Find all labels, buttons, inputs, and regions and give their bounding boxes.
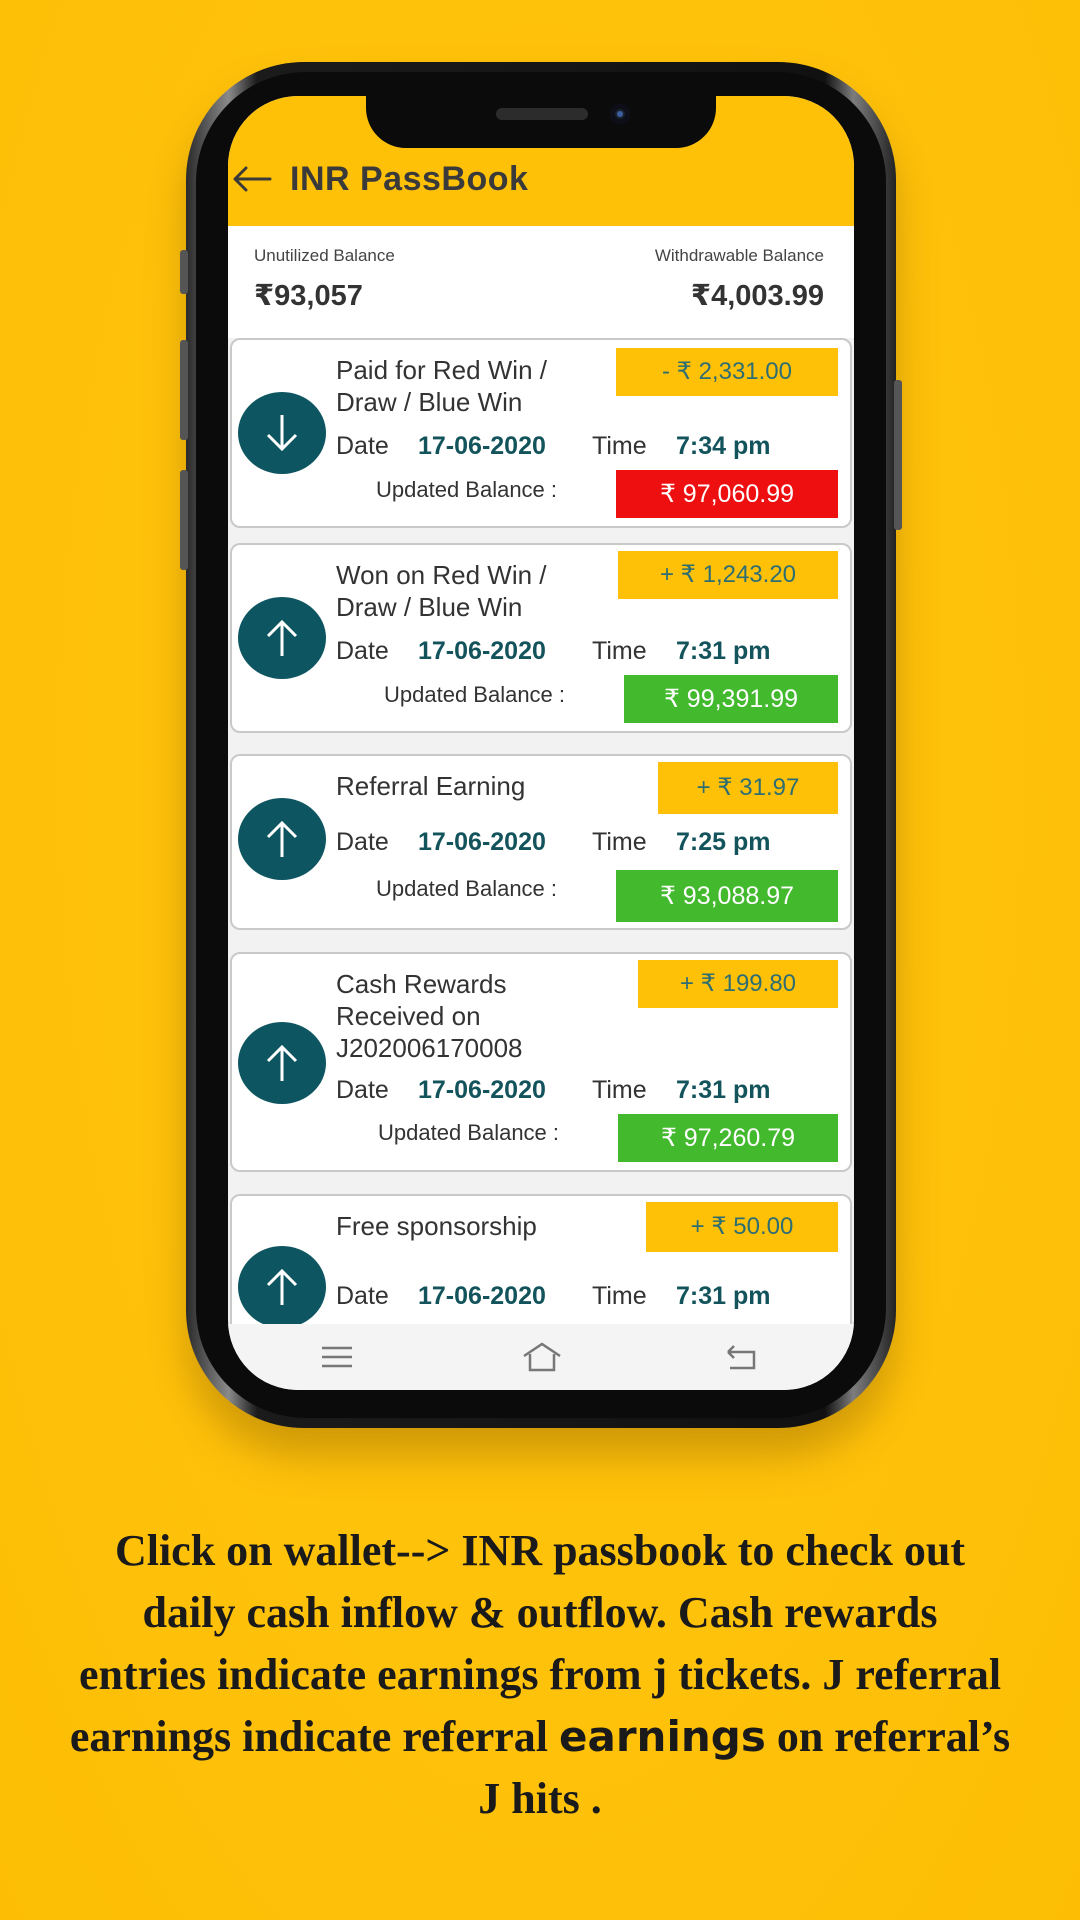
transaction-description: Free sponsorship	[336, 1211, 537, 1241]
transaction-card[interactable]: Paid for Red Win / Draw / Blue Win - ₹ 2…	[230, 338, 852, 528]
transaction-card[interactable]: Won on Red Win / Draw / Blue Win + ₹ 1,2…	[230, 543, 852, 733]
unutilized-balance-label: Unutilized Balance	[254, 246, 395, 265]
transaction-time: 7:31 pm	[676, 1282, 771, 1310]
phone-notch	[366, 92, 716, 148]
time-label: Time	[592, 637, 647, 665]
back-arrow-icon[interactable]	[232, 164, 272, 194]
updated-balance-value: ₹ 99,391.99	[624, 675, 838, 723]
system-nav-bar	[228, 1324, 854, 1390]
transaction-description: Paid for Red Win / Draw / Blue Win	[336, 355, 547, 417]
debit-arrow-icon	[238, 392, 326, 474]
transaction-date: 17-06-2020	[418, 1282, 546, 1310]
updated-balance-value: ₹ 97,260.79	[618, 1114, 838, 1162]
credit-arrow-icon	[238, 1246, 326, 1324]
transaction-time: 7:34 pm	[676, 432, 771, 460]
transaction-description: Cash Rewards Received on J202006170008	[336, 969, 523, 1063]
transaction-date: 17-06-2020	[418, 432, 546, 460]
transaction-amount: - ₹ 2,331.00	[616, 348, 838, 396]
side-button	[180, 470, 188, 570]
side-button	[894, 380, 902, 530]
transaction-amount: + ₹ 50.00	[646, 1202, 838, 1252]
menu-icon[interactable]	[320, 1344, 354, 1370]
time-label: Time	[592, 1282, 647, 1310]
camera	[610, 104, 630, 124]
transaction-date: 17-06-2020	[418, 1076, 546, 1104]
balance-summary: Unutilized Balance ₹93,057 Withdrawable …	[228, 226, 854, 338]
transaction-amount: + ₹ 1,243.20	[618, 551, 838, 599]
transaction-amount: + ₹ 31.97	[658, 762, 838, 814]
credit-arrow-icon	[238, 597, 326, 679]
phone-screen: INR PassBook Unutilized Balance ₹93,057 …	[228, 96, 854, 1390]
transaction-description: Won on Red Win / Draw / Blue Win	[336, 560, 547, 622]
caption-text: Click on wallet--> INR passbook to check…	[69, 1526, 1011, 1823]
date-label: Date	[336, 432, 389, 460]
speaker	[496, 108, 588, 120]
withdrawable-balance-label: Withdrawable Balance	[654, 246, 824, 265]
updated-balance-label: Updated Balance :	[376, 876, 558, 901]
transaction-date: 17-06-2020	[418, 637, 546, 665]
transaction-date: 17-06-2020	[418, 828, 546, 856]
updated-balance-label: Updated Balance :	[384, 682, 566, 707]
date-label: Date	[336, 1282, 389, 1310]
transaction-description: Referral Earning	[336, 771, 526, 801]
credit-arrow-icon	[238, 798, 326, 880]
side-button	[180, 340, 188, 440]
transaction-card[interactable]: Free sponsorship + ₹ 50.00 Date 17-06-20…	[230, 1194, 852, 1324]
withdrawable-balance-value: ₹4,003.99	[690, 280, 824, 312]
back-nav-icon[interactable]	[724, 1344, 758, 1372]
time-label: Time	[592, 1076, 647, 1104]
home-icon[interactable]	[522, 1342, 562, 1372]
updated-balance-label: Updated Balance :	[376, 477, 558, 502]
transaction-list[interactable]: Paid for Red Win / Draw / Blue Win - ₹ 2…	[228, 338, 854, 1324]
unutilized-balance-value: ₹93,057	[254, 280, 363, 312]
transaction-time: 7:31 pm	[676, 637, 771, 665]
date-label: Date	[336, 828, 389, 856]
transaction-time: 7:25 pm	[676, 828, 771, 856]
updated-balance-label: Updated Balance :	[378, 1120, 560, 1145]
updated-balance-value: ₹ 97,060.99	[616, 470, 838, 518]
updated-balance-value: ₹ 93,088.97	[616, 870, 838, 922]
transaction-time: 7:31 pm	[676, 1076, 771, 1104]
time-label: Time	[592, 432, 647, 460]
credit-arrow-icon	[238, 1022, 326, 1104]
page-title: INR PassBook	[290, 160, 529, 198]
transaction-card[interactable]: Cash Rewards Received on J202006170008 +…	[230, 952, 852, 1172]
transaction-card[interactable]: Referral Earning + ₹ 31.97 Date 17-06-20…	[230, 754, 852, 930]
date-label: Date	[336, 637, 389, 665]
side-button	[180, 250, 188, 294]
date-label: Date	[336, 1076, 389, 1104]
time-label: Time	[592, 828, 647, 856]
transaction-amount: + ₹ 199.80	[638, 960, 838, 1008]
